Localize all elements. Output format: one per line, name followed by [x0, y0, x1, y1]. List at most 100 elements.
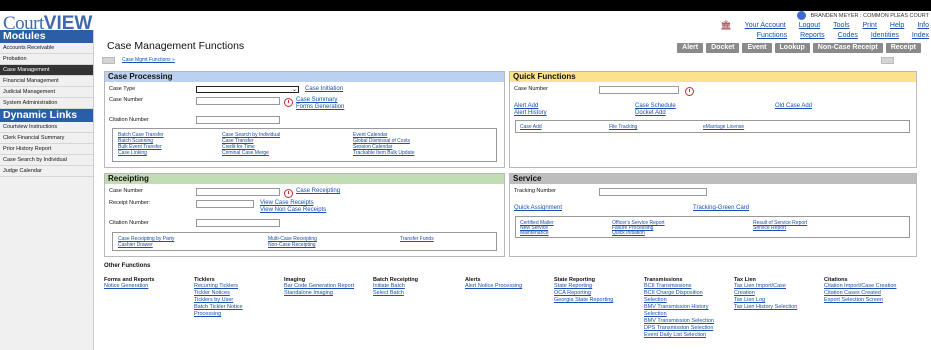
case-type-select[interactable]: ⌄ — [196, 86, 299, 93]
page-title: Case Management Functions — [107, 40, 245, 52]
receipting-title: Receipting — [105, 174, 504, 184]
nav-tools[interactable]: Tools — [833, 22, 849, 29]
of-col-tax-lien: Tax Lien Tax Lien Import/Case Creation T… — [734, 277, 798, 310]
action-buttons: Alert Docket Event Lookup Non-Case Recei… — [677, 43, 921, 53]
rc-case-number-label: Case Number — [109, 188, 143, 194]
file-tracking-link[interactable]: File Tracking — [609, 124, 637, 130]
sidebar-link-case-search-by-individual[interactable]: Case Search by Individual — [0, 155, 93, 166]
maintenance-link[interactable]: Maintenance — [520, 230, 549, 236]
receipt-number-input[interactable] — [196, 200, 254, 208]
main-content: Case Management Functions Alert Docket E… — [96, 30, 931, 350]
tracking-number-label: Tracking Number — [514, 188, 556, 194]
case-processing-title: Case Processing — [105, 72, 504, 82]
of-col-transmissions: Transmissions BCII Transmissions BCII Ch… — [644, 277, 714, 338]
case-processing-links-box: Batch Case Transfer Batch Scanning Bulk … — [112, 128, 497, 162]
service-title: Service — [510, 174, 916, 184]
sidebar-item-judicial-management[interactable]: Judicial Management — [0, 87, 93, 98]
tracking-green-card-link[interactable]: Tracking-Green Card — [693, 205, 749, 211]
nav-your-account[interactable]: Your Account — [745, 22, 786, 29]
case-add-link[interactable]: Case Add — [520, 124, 542, 130]
of-col-citations: Citations Citation Import/Case Creation … — [824, 277, 897, 303]
transfer-funds-link[interactable]: Transfer Funds — [400, 236, 434, 242]
cashier-drawer-link[interactable]: Cashier Drawer — [118, 242, 153, 248]
service-links-box: Certified Mailer New Service Maintenance… — [515, 216, 910, 238]
of-col-imaging: Imaging Bar Code Generation Report Stand… — [284, 277, 355, 296]
docket-button[interactable]: Docket — [706, 43, 740, 53]
emarriage-license-link[interactable]: eMarriage License — [703, 124, 744, 130]
case-receipting-link[interactable]: Case Receipting — [296, 188, 340, 194]
rc-case-number-input[interactable] — [196, 188, 280, 196]
qf-case-number-input[interactable] — [599, 86, 679, 94]
quick-functions-title: Quick Functions — [510, 72, 916, 82]
sidebar-item-system-administration[interactable]: System Administration — [0, 98, 93, 109]
case-processing-panel: Case Processing Case Type ⌄ Case Initiat… — [104, 71, 505, 168]
alert-history-link[interactable]: Alert History — [514, 110, 547, 116]
sidebar-item-accounts-receivable[interactable]: Accounts Receivable — [0, 43, 93, 54]
globe-icon — [796, 11, 806, 20]
nav-print[interactable]: Print — [863, 22, 877, 29]
alert-button[interactable]: Alert — [677, 43, 704, 53]
clock-icon[interactable] — [685, 87, 694, 96]
case-initiation-link[interactable]: Case Initiation — [305, 86, 343, 92]
case-number-label: Case Number — [109, 97, 143, 103]
top-black-bar — [0, 0, 931, 11]
rc-citation-number-label: Citation Number — [109, 220, 149, 226]
sidebar-item-case-management[interactable]: Case Management — [0, 65, 93, 76]
dynamic-links-heading: Dynamic Links — [0, 109, 93, 122]
of-col-batch-receipting: Batch Receipting Initiate Batch Select B… — [373, 277, 418, 296]
home-icon[interactable]: 🏛 — [720, 21, 731, 30]
citation-number-label: Citation Number — [109, 117, 149, 123]
back-button[interactable] — [102, 57, 115, 64]
tracking-number-input[interactable] — [599, 188, 707, 196]
view-case-receipts-link[interactable]: View Case Receipts — [260, 200, 314, 206]
service-report-link[interactable]: Service Report — [753, 225, 786, 231]
nav-logout[interactable]: Logout — [799, 22, 820, 29]
citation-number-input[interactable] — [196, 116, 280, 124]
nav-info[interactable]: Info — [917, 22, 929, 29]
forward-button[interactable] — [881, 57, 894, 64]
case-linking-link[interactable]: Case Linking — [118, 150, 147, 156]
event-button[interactable]: Event — [742, 43, 772, 53]
sidebar-link-clerk-financial-summary[interactable]: Clerk Financial Summary — [0, 133, 93, 144]
alert-add-link[interactable]: Alert Add — [514, 103, 538, 109]
quick-functions-links-box: Case Add File Tracking eMarriage License — [515, 120, 910, 133]
user-info: BRANDEN MEYER : COMMON PLEAS COURT — [796, 11, 929, 20]
sidebar-item-financial-management[interactable]: Financial Management — [0, 76, 93, 87]
of-col-state-reporting: State Reporting State Reporting OCA Repo… — [554, 277, 614, 303]
rc-citation-number-input[interactable] — [196, 219, 280, 227]
case-summary-link[interactable]: Case Summary — [296, 97, 337, 103]
receipting-links-box: Case Receipting by Party Cashier Drawer … — [112, 232, 497, 251]
case-number-input[interactable] — [196, 97, 280, 105]
quick-initiation-link[interactable]: Quick Initiation — [612, 230, 645, 236]
forms-generation-link[interactable]: Forms Generation — [296, 104, 344, 110]
non-case-receipting-link[interactable]: Non-Case Receipting — [268, 242, 316, 248]
sidebar-link-prior-history-report[interactable]: Prior History Report — [0, 144, 93, 155]
case-schedule-link[interactable]: Case Schedule — [635, 103, 676, 109]
old-case-add-link[interactable]: Old Case Add — [775, 103, 812, 109]
nav-help[interactable]: Help — [890, 22, 904, 29]
of-col-forms-and-reports: Forms and Reports Notice Generation — [104, 277, 155, 289]
sidebar-link-courtview-instructions[interactable]: Courtview Instructions — [0, 122, 93, 133]
other-functions-title: Other Functions — [104, 263, 151, 269]
sidebar-link-judge-calendar[interactable]: Judge Calendar — [0, 166, 93, 177]
chevron-down-icon: ⌄ — [291, 87, 297, 93]
docket-add-link[interactable]: Docket Add — [635, 110, 666, 116]
sidebar: Modules Accounts Receivable Probation Ca… — [0, 30, 94, 350]
clock-icon[interactable] — [284, 189, 293, 198]
quick-functions-panel: Quick Functions Case Number Alert Add Al… — [509, 71, 917, 168]
sidebar-item-probation[interactable]: Probation — [0, 54, 93, 65]
clock-icon[interactable] — [284, 98, 293, 107]
receipt-button[interactable]: Receipt — [885, 43, 921, 53]
lookup-button[interactable]: Lookup — [774, 43, 810, 53]
non-case-receipt-button[interactable]: Non-Case Receipt — [812, 43, 883, 53]
trackable-item-bulk-update-link[interactable]: Trackable Item Bulk Update — [353, 150, 415, 156]
service-panel: Service Tracking Number Quick Assignment… — [509, 173, 917, 257]
receipt-number-label: Receipt Number: — [109, 200, 151, 206]
criminal-case-merge-link[interactable]: Criminal Case Merge — [222, 150, 269, 156]
breadcrumb[interactable]: Case Mgmt Functions » — [122, 57, 175, 63]
view-non-case-receipts-link[interactable]: View Non Case Receipts — [260, 207, 326, 213]
qf-case-number-label: Case Number — [514, 86, 548, 92]
quick-assignment-link[interactable]: Quick Assignment — [514, 205, 562, 211]
modules-heading: Modules — [0, 30, 93, 43]
receipting-panel: Receipting Case Number Case Receipting R… — [104, 173, 505, 257]
